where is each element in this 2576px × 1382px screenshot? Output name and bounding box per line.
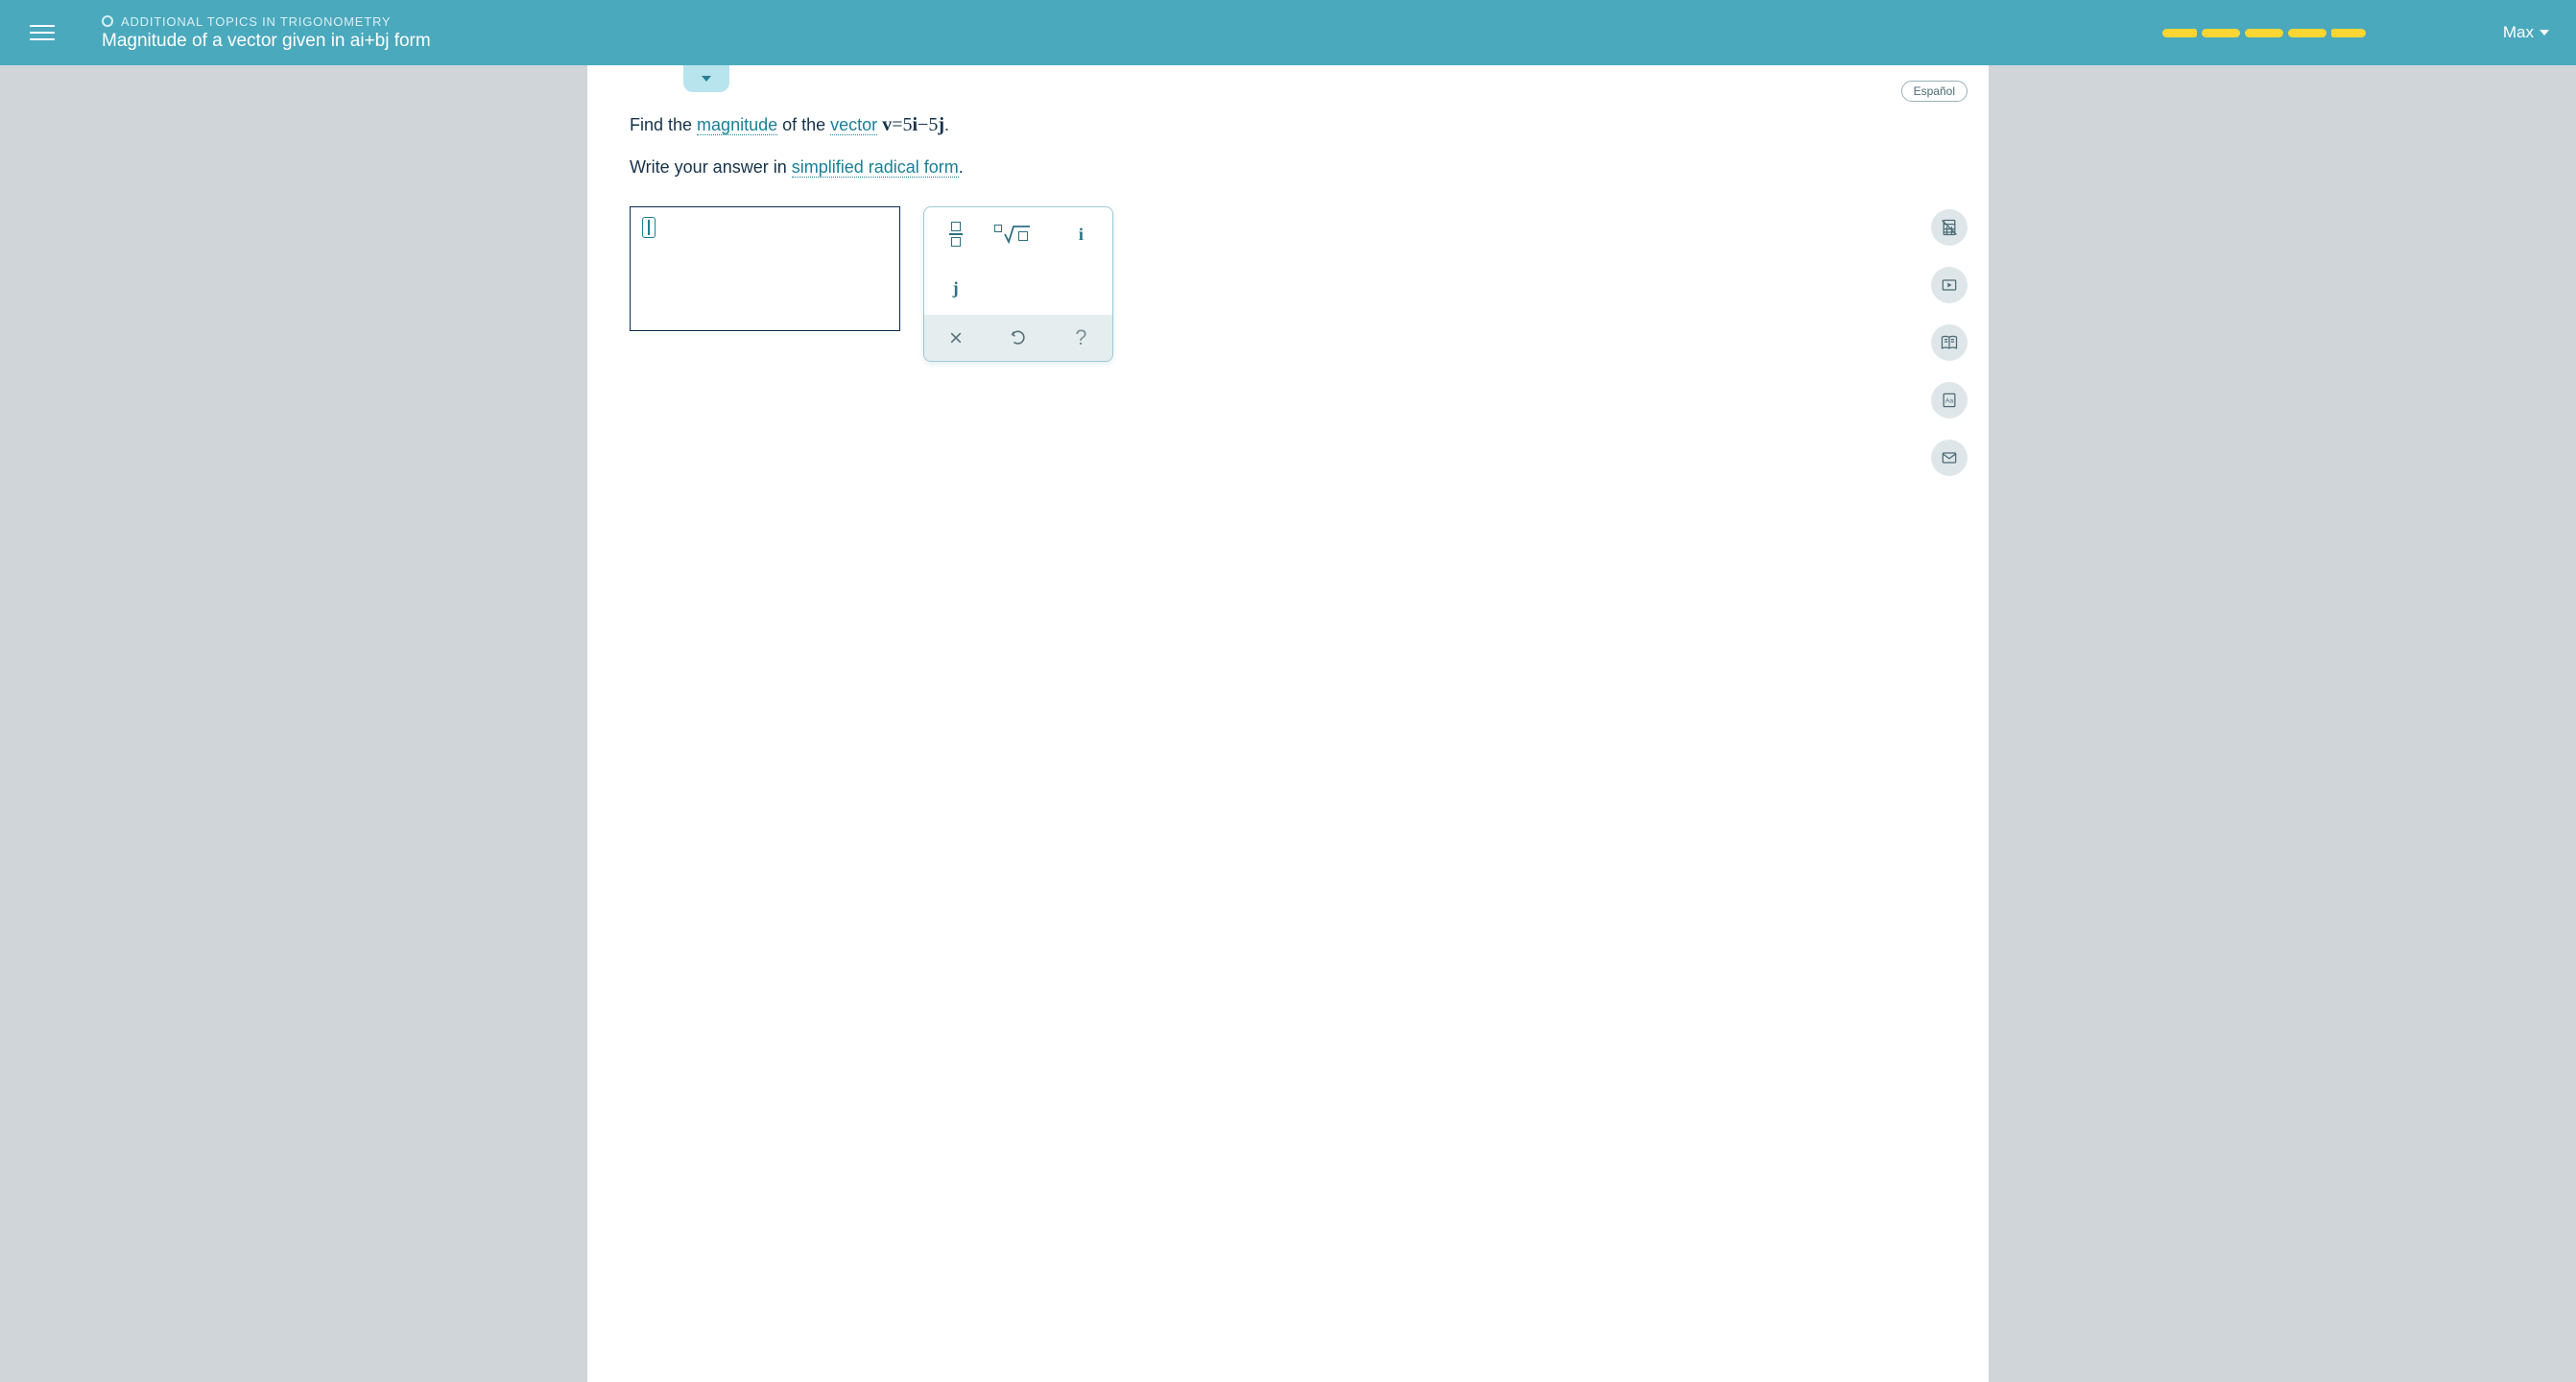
formula: v=5i−5j bbox=[882, 114, 944, 135]
header-bar: ADDITIONAL TOPICS IN TRIGONOMETRY Magnit… bbox=[0, 0, 2576, 65]
user-name: Max bbox=[2503, 23, 2534, 42]
glossary-term-vector[interactable]: vector bbox=[830, 115, 877, 135]
text: of the bbox=[777, 115, 830, 134]
x-icon bbox=[948, 330, 964, 346]
text: Find the bbox=[630, 115, 697, 134]
progress-segment bbox=[2202, 29, 2240, 37]
progress-segment bbox=[2331, 29, 2366, 37]
dictionary-icon: Aa bbox=[1940, 391, 1959, 410]
key-j[interactable]: j bbox=[924, 261, 987, 315]
category-label: ADDITIONAL TOPICS IN TRIGONOMETRY bbox=[121, 14, 391, 29]
caret-down-icon bbox=[2540, 30, 2549, 36]
title-block: ADDITIONAL TOPICS IN TRIGONOMETRY Magnit… bbox=[102, 14, 2159, 52]
progress-segment bbox=[2245, 29, 2283, 37]
key-empty bbox=[1050, 261, 1112, 315]
stage: Español Find the magnitude of the vector… bbox=[587, 65, 1989, 1382]
book-button[interactable] bbox=[1931, 324, 1968, 361]
text: . bbox=[959, 157, 964, 177]
text: Write your answer in bbox=[630, 157, 792, 177]
side-tools: Aa bbox=[1931, 209, 1968, 476]
mail-button[interactable] bbox=[1931, 440, 1968, 476]
language-button[interactable]: Español bbox=[1901, 81, 1968, 102]
video-icon bbox=[1940, 275, 1959, 295]
key-label: i bbox=[1079, 225, 1084, 245]
text: . bbox=[944, 115, 949, 134]
glossary-term-simplified-radical[interactable]: simplified radical form bbox=[792, 157, 959, 178]
key-clear[interactable] bbox=[924, 315, 987, 361]
dictionary-button[interactable]: Aa bbox=[1931, 382, 1968, 418]
svg-text:Aa: Aa bbox=[1945, 398, 1953, 405]
question-line-1: Find the magnitude of the vector v=5i−5j… bbox=[630, 111, 1989, 138]
mail-icon bbox=[1940, 448, 1959, 467]
dropdown-tab[interactable] bbox=[683, 65, 729, 92]
key-fraction[interactable] bbox=[924, 207, 987, 261]
keypad: i j bbox=[923, 206, 1113, 362]
topic-title: Magnitude of a vector given in ai+bj for… bbox=[102, 31, 2159, 52]
key-i[interactable]: i bbox=[1050, 207, 1112, 261]
stage-wrap: Español Find the magnitude of the vector… bbox=[0, 65, 2576, 1382]
category-row: ADDITIONAL TOPICS IN TRIGONOMETRY bbox=[102, 14, 2159, 29]
calculator-button[interactable] bbox=[1931, 209, 1968, 246]
key-help[interactable]: ? bbox=[1050, 315, 1112, 361]
app-root: ADDITIONAL TOPICS IN TRIGONOMETRY Magnit… bbox=[0, 0, 2576, 1382]
answer-input[interactable] bbox=[630, 206, 900, 331]
status-circle-icon bbox=[102, 15, 113, 27]
caret-down-icon bbox=[702, 76, 711, 82]
key-empty bbox=[987, 261, 1049, 315]
key-undo[interactable] bbox=[987, 315, 1049, 361]
input-cursor-icon bbox=[642, 217, 656, 238]
key-label: j bbox=[953, 278, 959, 298]
progress-segment bbox=[2288, 29, 2326, 37]
progress-bar bbox=[2159, 26, 2369, 40]
glossary-term-magnitude[interactable]: magnitude bbox=[697, 115, 777, 135]
calculator-icon bbox=[1940, 218, 1959, 237]
undo-icon bbox=[1010, 329, 1027, 346]
key-nth-root[interactable] bbox=[987, 207, 1049, 261]
video-button[interactable] bbox=[1931, 267, 1968, 303]
answer-row: i j bbox=[630, 206, 1989, 362]
root-icon bbox=[994, 225, 1042, 244]
progress-segment bbox=[2162, 29, 2197, 37]
menu-button[interactable] bbox=[12, 0, 73, 65]
fraction-icon bbox=[949, 222, 963, 247]
question-line-2: Write your answer in simplified radical … bbox=[630, 155, 1989, 179]
book-icon bbox=[1940, 333, 1959, 352]
help-icon: ? bbox=[1075, 325, 1086, 350]
question-block: Find the magnitude of the vector v=5i−5j… bbox=[630, 111, 1989, 179]
user-menu[interactable]: Max bbox=[2503, 23, 2549, 42]
language-label: Español bbox=[1914, 84, 1955, 98]
